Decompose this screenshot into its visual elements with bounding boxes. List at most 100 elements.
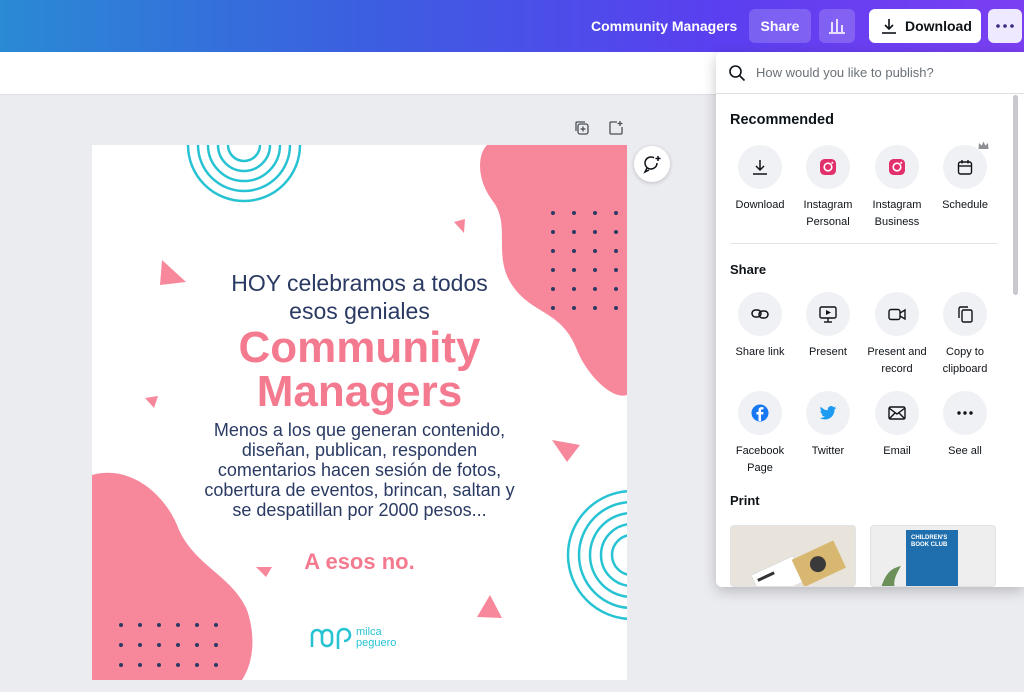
design-body-text: Menos a los que generan contenido, diseñ… <box>204 420 515 520</box>
copy-icon <box>958 305 973 323</box>
decor-dot <box>572 249 576 253</box>
download-icon <box>882 19 896 34</box>
design-cta: A esos no. <box>304 549 415 574</box>
instagram-option-circle <box>806 145 850 189</box>
option-label: Copy to clipboard <box>942 346 988 375</box>
present-icon <box>819 305 837 323</box>
option-label: Schedule <box>942 199 988 211</box>
document-title[interactable]: Community Managers <box>591 18 737 34</box>
decor-dot <box>214 643 218 647</box>
record-circle <box>875 292 919 336</box>
design-headline-line1: HOY celebramos a todos <box>231 270 488 296</box>
option-label: Instagram Personal <box>803 199 853 228</box>
bar-chart-icon <box>829 19 845 34</box>
crown-icon <box>978 141 989 149</box>
download-label: Download <box>905 18 972 34</box>
insights-button[interactable] <box>819 9 855 43</box>
share-link-circle <box>738 292 782 336</box>
flyer-title: CHILDREN'S BOOK CLUB <box>911 535 948 548</box>
decor-dot <box>138 663 142 667</box>
publish-search-input[interactable] <box>756 65 996 80</box>
decor-dot <box>157 643 161 647</box>
link-icon <box>751 309 769 319</box>
decor-dot <box>176 643 180 647</box>
business-cards-thumbnail <box>731 526 855 586</box>
decor-dot <box>614 211 618 215</box>
panel-scrollbar[interactable] <box>1013 95 1018 295</box>
video-icon <box>888 308 906 320</box>
instagram-option-circle <box>875 145 919 189</box>
decor-dot <box>214 623 218 627</box>
facebook-circle <box>738 391 782 435</box>
decor-dot <box>176 663 180 667</box>
design-page[interactable]: HOY celebramos a todos esos geniales Com… <box>92 145 627 680</box>
email-option[interactable]: Email <box>863 391 931 460</box>
add-page-button[interactable] <box>606 118 626 138</box>
more-button[interactable] <box>988 9 1022 43</box>
facebook-icon <box>751 404 769 422</box>
share-button[interactable]: Share <box>749 9 811 43</box>
section-divider <box>730 243 998 244</box>
page-tools <box>572 118 626 138</box>
print-heading: Print <box>730 493 760 508</box>
instagram-icon <box>820 159 836 175</box>
publish-download-option[interactable]: Download <box>726 145 794 214</box>
decor-dot <box>593 230 597 234</box>
see-all-option[interactable]: See all <box>931 391 999 460</box>
instagram-icon <box>889 159 905 175</box>
copy-circle <box>943 292 987 336</box>
calendar-icon <box>957 160 973 175</box>
option-label: Instagram Business <box>872 199 922 228</box>
decor-dot <box>572 211 576 215</box>
decor-dot <box>593 249 597 253</box>
decor-dot <box>138 623 142 627</box>
more-icon <box>957 411 973 415</box>
twitter-option[interactable]: Twitter <box>794 391 862 460</box>
design-headline-line2: esos geniales <box>289 298 430 324</box>
download-icon <box>753 160 767 175</box>
option-label: Present and record <box>867 346 927 375</box>
email-circle <box>875 391 919 435</box>
decor-dot <box>119 643 123 647</box>
present-option[interactable]: Present <box>794 292 862 361</box>
decor-dot <box>157 623 161 627</box>
decor-dot <box>157 663 161 667</box>
present-circle <box>806 292 850 336</box>
option-label: Twitter <box>811 445 845 457</box>
facebook-page-option[interactable]: Facebook Page <box>726 391 794 477</box>
decor-dot <box>551 249 555 253</box>
decor-dot <box>551 230 555 234</box>
print-flyer-card[interactable]: CHILDREN'S BOOK CLUB <box>870 525 996 587</box>
add-page-icon <box>609 121 623 135</box>
publish-schedule-option[interactable]: Schedule <box>931 141 999 214</box>
download-button[interactable]: Download <box>869 9 981 43</box>
option-label: See all <box>948 445 982 457</box>
print-business-cards-card[interactable] <box>730 525 856 587</box>
decor-dot <box>614 230 618 234</box>
decor-dot <box>551 211 555 215</box>
share-link-option[interactable]: Share link <box>726 292 794 361</box>
decor-dot <box>176 623 180 627</box>
download-option-circle <box>738 145 782 189</box>
mp-logo-icon <box>310 627 352 649</box>
recommended-heading: Recommended <box>730 112 834 128</box>
see-all-circle <box>943 391 987 435</box>
duplicate-page-button[interactable] <box>572 118 592 138</box>
duplicate-icon <box>575 121 589 135</box>
copy-to-clipboard-option[interactable]: Copy to clipboard <box>931 292 999 378</box>
decor-dot <box>572 230 576 234</box>
decor-dot <box>138 643 142 647</box>
comment-icon <box>643 156 661 174</box>
decor-dot <box>119 663 123 667</box>
more-icon <box>996 24 1014 28</box>
top-bar: Community Managers Share Download <box>0 0 1024 52</box>
add-comment-button[interactable] <box>634 146 670 182</box>
publish-instagram-business-option[interactable]: Instagram Business <box>863 145 931 231</box>
option-label: Facebook Page <box>735 445 785 474</box>
publish-instagram-personal-option[interactable]: Instagram Personal <box>794 145 862 231</box>
decor-dot <box>195 623 199 627</box>
decor-dot <box>614 249 618 253</box>
option-label: Download <box>735 199 785 211</box>
decor-dot <box>593 211 597 215</box>
present-and-record-option[interactable]: Present and record <box>863 292 931 378</box>
